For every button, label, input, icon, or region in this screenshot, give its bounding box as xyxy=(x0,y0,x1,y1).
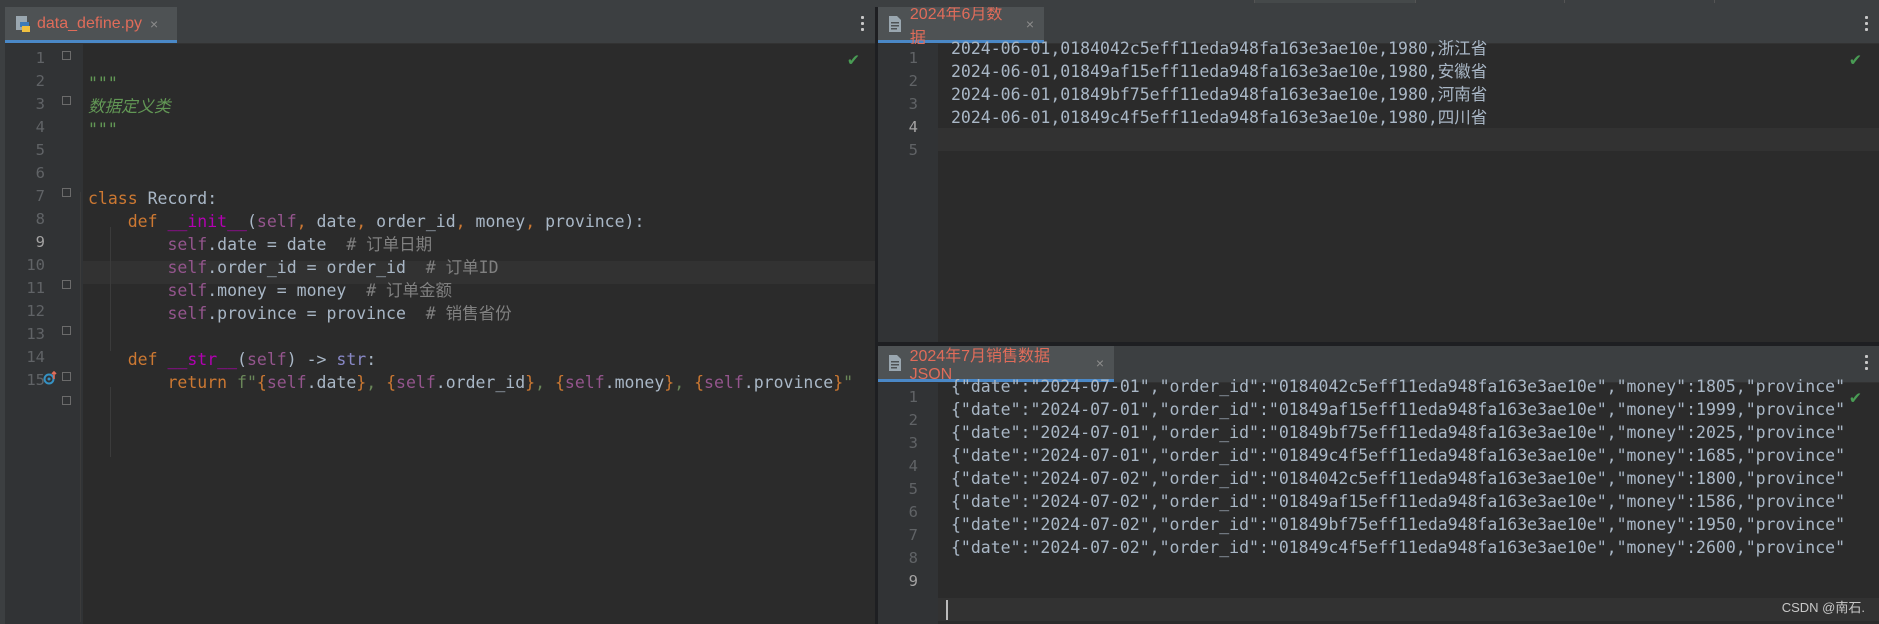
code-line[interactable]: {"date":"2024-07-01","order_id":"01849bf… xyxy=(951,421,1846,444)
code-line[interactable]: {"date":"2024-07-01","order_id":"01849af… xyxy=(951,398,1846,421)
fold-marker[interactable] xyxy=(62,372,71,381)
current-line-highlight xyxy=(938,598,1879,621)
line-number: 3 xyxy=(908,434,918,452)
line-number: 1 xyxy=(908,388,918,406)
indent-guide xyxy=(80,192,81,622)
line-number: 3 xyxy=(908,95,918,113)
code-line[interactable]: {"date":"2024-07-02","order_id":"0184042… xyxy=(951,467,1846,490)
code-line[interactable]: 2024-06-01,01849c4f5eff11eda948fa163e3ae… xyxy=(951,106,1861,129)
line-number: 10 xyxy=(26,256,45,274)
check-icon: ✔ xyxy=(1850,49,1861,70)
code-area[interactable]: """ 数据定义类 """ class Record: def __init__… xyxy=(88,49,853,394)
line-number: 7 xyxy=(908,526,918,544)
line-number: 4 xyxy=(35,118,45,136)
right-top-editor-pane: 2024年6月数据 × 12345 2024-06-01,0184042c5ef… xyxy=(878,7,1879,342)
fold-marker[interactable] xyxy=(62,188,71,197)
text-file-icon xyxy=(888,15,904,33)
code-line[interactable]: {"date":"2024-07-02","order_id":"01849c4… xyxy=(951,536,1846,559)
check-icon: ✔ xyxy=(1850,387,1861,408)
tab-data-define-py[interactable]: data_define.py × xyxy=(5,7,177,43)
line-number: 4 xyxy=(908,118,918,136)
text-caret xyxy=(946,600,948,620)
close-tab-icon[interactable]: × xyxy=(1096,355,1104,371)
fold-marker[interactable] xyxy=(62,51,71,60)
text-file-icon xyxy=(888,354,904,372)
right-bottom-editor-pane: 2024年7月销售数据JSON × 123456789 {"date":"202… xyxy=(878,346,1879,624)
left-tab-bar: data_define.py × xyxy=(5,7,875,44)
code-line[interactable]: {"date":"2024-07-01","order_id":"0184042… xyxy=(951,375,1846,398)
line-number: 14 xyxy=(26,348,45,366)
line-number: 9 xyxy=(908,572,918,590)
line-number: 8 xyxy=(908,549,918,567)
fold-marker[interactable] xyxy=(62,326,71,335)
more-vertical-icon[interactable] xyxy=(861,16,865,34)
line-number: 6 xyxy=(35,164,45,182)
line-number: 15 xyxy=(26,371,45,389)
line-number: 7 xyxy=(35,187,45,205)
line-number: 11 xyxy=(26,279,45,297)
left-editor-pane: data_define.py × 1 2 3 4 5 6 7 8 9 10 11 12 13 14 15 ✔… xyxy=(5,7,875,624)
indent-guide xyxy=(110,387,111,457)
code-line[interactable]: 2024-06-01,0184042c5eff11eda948fa163e3ae… xyxy=(951,37,1861,60)
line-number: 5 xyxy=(35,141,45,159)
top-toolbar-strip xyxy=(0,0,1879,7)
line-number: 4 xyxy=(908,457,918,475)
line-number: 2 xyxy=(35,72,45,90)
python-file-icon xyxy=(15,15,31,33)
code-line[interactable]: {"date":"2024-07-02","order_id":"01849af… xyxy=(951,490,1846,513)
line-number: 1 xyxy=(35,49,45,67)
fold-marker[interactable] xyxy=(62,396,71,405)
fold-marker[interactable] xyxy=(62,280,71,289)
line-number-gutter: 1 2 3 4 5 xyxy=(878,44,938,342)
code-line[interactable]: {"date":"2024-07-02","order_id":"01849bf… xyxy=(951,513,1846,536)
code-line[interactable]: 2024-06-01,01849af15eff11eda948fa163e3ae… xyxy=(951,60,1861,83)
code-line[interactable]: {"date":"2024-07-01","order_id":"01849c4… xyxy=(951,444,1846,467)
line-number: 1 xyxy=(908,49,918,67)
line-number-gutter: 1 2 3 4 5 6 7 8 9 10 11 12 13 14 15 xyxy=(5,44,83,624)
close-tab-icon[interactable]: × xyxy=(1026,16,1034,32)
line-number: 9 xyxy=(35,233,45,251)
line-number-gutter: 1 2 3 4 5 6 7 8 9 xyxy=(878,383,938,624)
close-tab-icon[interactable]: × xyxy=(150,16,158,32)
more-vertical-icon[interactable] xyxy=(1865,355,1869,373)
line-number: 13 xyxy=(26,325,45,343)
line-number: 6 xyxy=(908,503,918,521)
watermark: CSDN @南石. xyxy=(1781,600,1865,615)
line-number: 8 xyxy=(35,210,45,228)
line-number: 5 xyxy=(908,480,918,498)
override-method-icon[interactable] xyxy=(43,370,57,385)
line-number: 2 xyxy=(908,411,918,429)
line-number: 5 xyxy=(908,141,918,159)
more-vertical-icon[interactable] xyxy=(1865,16,1869,34)
tab-label: data_define.py xyxy=(37,14,142,32)
current-line-highlight xyxy=(938,128,1879,151)
fold-marker[interactable] xyxy=(62,96,71,105)
code-line[interactable]: 2024-06-01,01849bf75eff11eda948fa163e3ae… xyxy=(951,83,1861,106)
line-number: 12 xyxy=(26,302,45,320)
line-number: 2 xyxy=(908,72,918,90)
line-number: 3 xyxy=(35,95,45,113)
